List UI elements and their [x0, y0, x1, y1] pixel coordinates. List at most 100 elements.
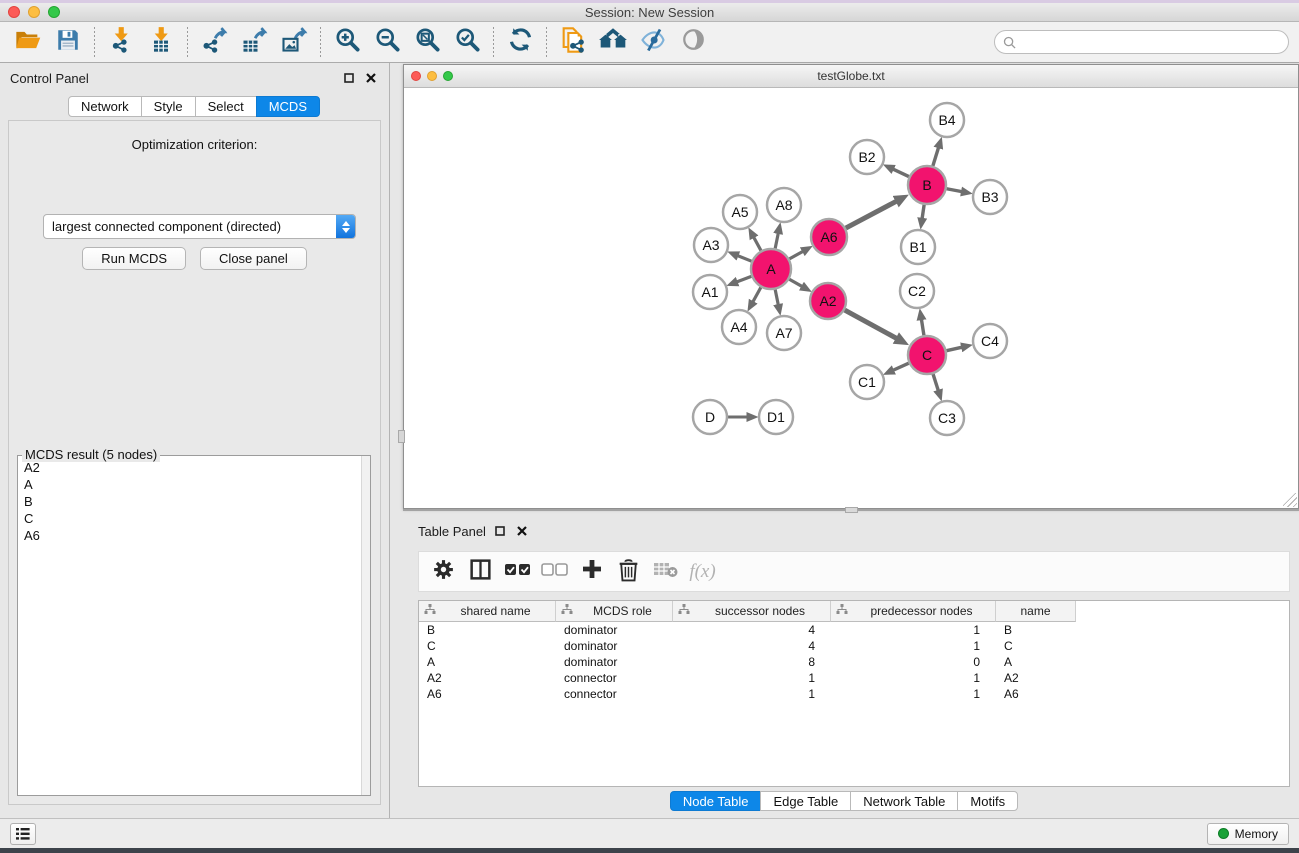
- tab-node-table[interactable]: Node Table: [670, 791, 762, 811]
- tab-mcds[interactable]: MCDS: [256, 96, 320, 117]
- mcds-result-item[interactable]: A6: [19, 527, 361, 544]
- table-close-icon[interactable]: [514, 523, 530, 539]
- close-panel-icon[interactable]: [363, 70, 379, 86]
- node-table[interactable]: shared nameMCDS rolesuccessor nodesprede…: [418, 600, 1290, 787]
- edge-A-A3[interactable]: [737, 255, 752, 261]
- criterion-select[interactable]: largest connected component (directed): [43, 214, 356, 239]
- network-canvas[interactable]: AA1A2A3A4A5A6A7A8BB1B2B3B4CC1C2C3C4DD1: [404, 88, 1298, 508]
- column-header-MCDS-role[interactable]: MCDS role: [556, 601, 673, 622]
- tab-edge-table[interactable]: Edge Table: [760, 791, 851, 811]
- zoom-selected-button[interactable]: [447, 25, 487, 59]
- table-row[interactable]: Adominator80A: [419, 654, 1289, 670]
- run-mcds-button[interactable]: Run MCDS: [82, 247, 186, 270]
- float-panel-icon[interactable]: [341, 70, 357, 86]
- table-row[interactable]: A6connector11A6: [419, 686, 1289, 702]
- resize-grip-icon[interactable]: [1283, 493, 1297, 507]
- save-session-button[interactable]: [48, 25, 88, 59]
- delete-column-button[interactable]: [610, 556, 647, 588]
- vertical-splitter-handle[interactable]: [398, 430, 405, 443]
- open-session-button[interactable]: [8, 25, 48, 59]
- memory-button[interactable]: Memory: [1207, 823, 1289, 845]
- zoom-out-button[interactable]: [367, 25, 407, 59]
- column-header-successor-nodes[interactable]: successor nodes: [673, 601, 831, 622]
- check-all-icon: [503, 558, 533, 585]
- edge-B-B1[interactable]: [922, 205, 924, 219]
- edge-C-C1[interactable]: [893, 363, 909, 370]
- mcds-result-scrollbar[interactable]: [361, 456, 370, 795]
- show-column-button[interactable]: [462, 556, 499, 588]
- mcds-result-item[interactable]: A: [19, 476, 361, 493]
- edge-A-A5[interactable]: [753, 237, 761, 251]
- graphics-details-button[interactable]: [633, 25, 673, 59]
- table-cell: A6: [419, 687, 556, 701]
- edge-B-B3[interactable]: [947, 189, 963, 192]
- mcds-result-item[interactable]: C: [19, 510, 361, 527]
- birds-eye-view-button[interactable]: [673, 25, 713, 59]
- select-all-button[interactable]: [499, 556, 536, 588]
- control-panel: Control Panel NetworkStyleSelectMCDS Opt…: [0, 63, 390, 818]
- table-row[interactable]: Cdominator41C: [419, 638, 1289, 654]
- refresh-view-button[interactable]: [500, 25, 540, 59]
- table-tabs: Node TableEdge TableNetwork TableMotifs: [390, 791, 1299, 811]
- optimization-criterion-label: Optimization criterion:: [9, 137, 380, 152]
- table-float-icon[interactable]: [492, 523, 508, 539]
- deselect-all-button[interactable]: [536, 556, 573, 588]
- node-label-B: B: [922, 177, 931, 193]
- network-view-window: testGlobe.txt AA1A2A3A4A5A6A7A8BB1B2B3B4…: [403, 64, 1299, 509]
- mcds-result-item[interactable]: A2: [19, 459, 361, 476]
- network-window-titlebar[interactable]: testGlobe.txt: [404, 65, 1298, 88]
- import-network-button[interactable]: [101, 25, 141, 59]
- search-input[interactable]: [1016, 32, 1288, 52]
- tab-select[interactable]: Select: [195, 96, 257, 117]
- edge-C-C3[interactable]: [933, 374, 938, 391]
- mcds-panel: Optimization criterion: largest connecte…: [8, 120, 381, 805]
- edge-A-A1[interactable]: [736, 276, 751, 282]
- node-label-C2: C2: [908, 283, 926, 299]
- mcds-result-list[interactable]: A2ABCA6: [19, 459, 361, 794]
- mcds-result-item[interactable]: B: [19, 493, 361, 510]
- edge-A-A4[interactable]: [753, 287, 761, 302]
- close-panel-button[interactable]: Close panel: [200, 247, 307, 270]
- edge-B-B4[interactable]: [933, 147, 939, 166]
- tab-network[interactable]: Network: [68, 96, 142, 117]
- desktop-wallpaper-bottom: [0, 848, 1299, 853]
- edge-B-B2[interactable]: [892, 169, 909, 177]
- duplicate-network-button[interactable]: [553, 25, 593, 59]
- edge-A-A7[interactable]: [775, 290, 778, 306]
- edge-A-A2[interactable]: [789, 279, 802, 287]
- edge-C-C4[interactable]: [947, 347, 963, 351]
- save-icon: [55, 27, 81, 58]
- memory-label: Memory: [1235, 827, 1278, 841]
- zoom-in-button[interactable]: [327, 25, 367, 59]
- export-network-button[interactable]: [194, 25, 234, 59]
- create-column-button[interactable]: [573, 556, 610, 588]
- export-table-icon: [240, 26, 268, 59]
- horizontal-splitter-handle[interactable]: [845, 507, 858, 513]
- edge-A-A6[interactable]: [789, 251, 803, 259]
- task-history-button[interactable]: [10, 823, 36, 845]
- trash-icon: [617, 557, 640, 587]
- edge-C-C2[interactable]: [921, 319, 924, 336]
- column-header-name[interactable]: name: [996, 601, 1076, 622]
- tab-network-table[interactable]: Network Table: [850, 791, 958, 811]
- edge-A-A8[interactable]: [775, 232, 778, 248]
- import-table-button[interactable]: [141, 25, 181, 59]
- column-header-shared-name[interactable]: shared name: [419, 601, 556, 622]
- table-settings-button[interactable]: [425, 556, 462, 588]
- edge-A2-C[interactable]: [845, 310, 897, 339]
- node-label-B3: B3: [981, 189, 998, 205]
- tab-motifs[interactable]: Motifs: [957, 791, 1018, 811]
- export-table-button[interactable]: [234, 25, 274, 59]
- edge-A6-B[interactable]: [846, 201, 897, 228]
- zoom-fit-button[interactable]: [407, 25, 447, 59]
- table-row[interactable]: Bdominator41B: [419, 622, 1289, 638]
- search-icon: [1003, 36, 1016, 49]
- table-cell: B: [996, 623, 1076, 637]
- search-box: [994, 30, 1289, 54]
- home-button[interactable]: [593, 25, 633, 59]
- column-header-predecessor-nodes[interactable]: predecessor nodes: [831, 601, 996, 622]
- table-row[interactable]: A2connector11A2: [419, 670, 1289, 686]
- tab-style[interactable]: Style: [141, 96, 196, 117]
- export-image-button[interactable]: [274, 25, 314, 59]
- list-icon: [16, 828, 30, 840]
